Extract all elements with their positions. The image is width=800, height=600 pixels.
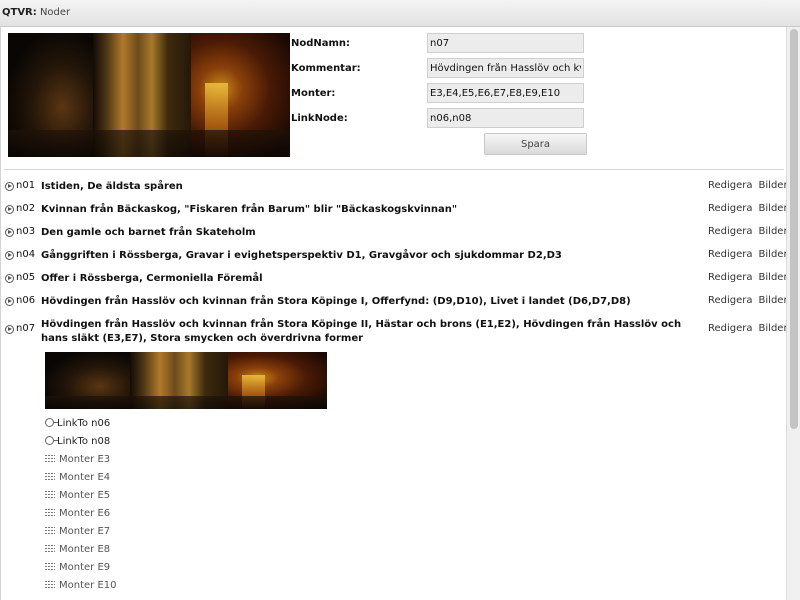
monter-item[interactable]: Monter E6	[45, 508, 110, 519]
monter-icon	[45, 563, 55, 570]
nodnamn-label: NodNamn:	[291, 38, 351, 49]
monter-item[interactable]: Monter E9	[45, 562, 110, 573]
linknode-label: LinkNode:	[291, 113, 348, 124]
images-link[interactable]: Bilder	[759, 203, 786, 214]
images-link[interactable]: Bilder	[759, 180, 786, 191]
expand-icon[interactable]	[5, 251, 14, 260]
images-link[interactable]: Bilder	[759, 226, 786, 237]
node-id: n04	[16, 249, 36, 260]
images-link[interactable]: Bilder	[759, 249, 786, 260]
node-id: n05	[16, 272, 36, 283]
images-link[interactable]: Bilder	[759, 323, 786, 334]
node-actions: Redigera Bilder	[708, 203, 786, 214]
monter-label: Monter:	[291, 88, 336, 99]
edit-link[interactable]: Redigera	[708, 203, 753, 214]
node-actions: Redigera Bilder	[708, 272, 786, 283]
node-title: Gånggriften i Rössberga, Gravar i evighe…	[41, 250, 562, 261]
node-title: Istiden, De äldsta spåren	[41, 181, 183, 192]
kommentar-input[interactable]	[427, 58, 584, 78]
scrollbar-thumb[interactable]	[790, 29, 798, 429]
monter-item[interactable]: Monter E8	[45, 544, 110, 555]
node-title: Hövdingen från Hasslöv och kvinnan från …	[41, 319, 682, 344]
node-title: Kvinnan från Bäckaskog, "Fiskaren från B…	[41, 204, 458, 215]
save-button[interactable]: Spara	[484, 133, 587, 155]
monter-item[interactable]: Monter E5	[45, 490, 110, 501]
expand-icon[interactable]	[5, 325, 14, 334]
node-id: n03	[16, 226, 36, 237]
node-title: Den gamle och barnet från Skateholm	[41, 227, 256, 238]
app-name: QTVR:	[2, 7, 37, 18]
edit-link[interactable]: Redigera	[708, 295, 753, 306]
section-name: Noder	[39, 7, 71, 18]
window-titlebar: QTVR: Noder	[0, 0, 800, 27]
monter-icon	[45, 527, 55, 534]
images-link[interactable]: Bilder	[759, 272, 786, 283]
link-icon	[45, 436, 58, 445]
node-id: n01	[16, 180, 36, 191]
monter-icon	[45, 545, 55, 552]
node-actions: Redigera Bilder	[708, 226, 786, 237]
monter-icon	[45, 509, 55, 516]
node-actions: Redigera Bilder	[708, 180, 786, 191]
edit-link[interactable]: Redigera	[708, 323, 753, 334]
monter-item[interactable]: Monter E3	[45, 454, 110, 465]
edit-link[interactable]: Redigera	[708, 272, 753, 283]
monter-icon	[45, 473, 55, 480]
node-panorama-thumbnail[interactable]	[45, 352, 327, 409]
nodnamn-input[interactable]	[427, 33, 584, 53]
node-actions: Redigera Bilder	[708, 323, 786, 334]
expand-icon[interactable]	[5, 205, 14, 214]
monter-icon	[45, 455, 55, 462]
monter-icon	[45, 581, 55, 588]
monter-item[interactable]: Monter E7	[45, 526, 110, 537]
node-title: Offer i Rössberga, Cermoniella Föremål	[41, 273, 263, 284]
panorama-preview	[8, 33, 290, 157]
monter-icon	[45, 491, 55, 498]
monter-item[interactable]: Monter E10	[45, 580, 117, 591]
edit-link[interactable]: Redigera	[708, 226, 753, 237]
link-item[interactable]: LinkTo n06	[45, 418, 110, 429]
node-id: n06	[16, 295, 36, 306]
linknode-input[interactable]	[427, 108, 584, 128]
node-id: n07	[16, 323, 36, 334]
expand-icon[interactable]	[5, 297, 14, 306]
edit-link[interactable]: Redigera	[708, 180, 753, 191]
expand-icon[interactable]	[5, 274, 14, 283]
monter-input[interactable]	[427, 83, 584, 103]
link-item[interactable]: LinkTo n08	[45, 436, 110, 447]
node-id: n02	[16, 203, 36, 214]
expand-icon[interactable]	[5, 228, 14, 237]
node-actions: Redigera Bilder	[708, 295, 786, 306]
node-actions: Redigera Bilder	[708, 249, 786, 260]
images-link[interactable]: Bilder	[759, 295, 786, 306]
divider	[4, 169, 784, 170]
main-content: NodNamn: Kommentar: Monter: LinkNode: Sp…	[0, 27, 786, 600]
expand-icon[interactable]	[5, 182, 14, 191]
node-title: Hövdingen från Hasslöv och kvinnan från …	[41, 296, 631, 307]
kommentar-label: Kommentar:	[291, 63, 361, 74]
edit-link[interactable]: Redigera	[708, 249, 753, 260]
vertical-scrollbar[interactable]	[786, 27, 800, 600]
monter-item[interactable]: Monter E4	[45, 472, 110, 483]
link-icon	[45, 418, 58, 427]
